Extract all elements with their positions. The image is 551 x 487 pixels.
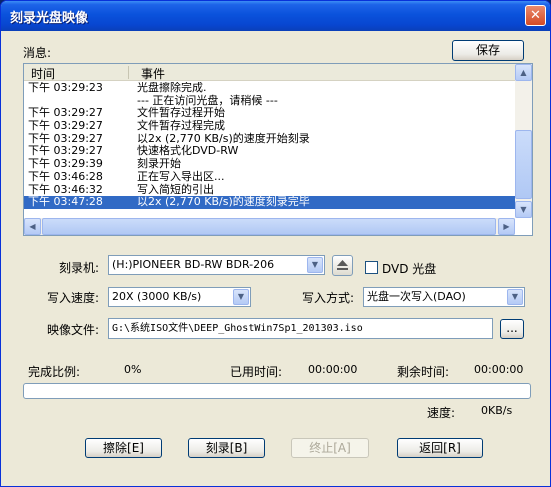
log-row-time: 下午 03:29:27	[28, 119, 103, 133]
log-row-event: 刻录开始	[137, 157, 181, 171]
log-row-time: 下午 03:47:28	[28, 195, 103, 209]
back-button[interactable]: 返回[R]	[397, 438, 483, 458]
stop-button[interactable]: 终止[A]	[291, 438, 369, 458]
eject-icon	[337, 260, 348, 270]
remaining-value: 00:00:00	[474, 363, 524, 376]
vertical-scrollbar[interactable]: ▲ ▼	[515, 64, 532, 218]
completion-value: 0%	[124, 363, 142, 376]
log-row-event: 正在写入导出区...	[137, 169, 225, 183]
elapsed-label: 已用时间:	[230, 365, 283, 379]
horizontal-scrollbar[interactable]: ◀ ▶	[24, 218, 515, 235]
erase-button[interactable]: 擦除[E]	[85, 438, 162, 458]
log-row-event: 以2x (2,770 KB/s)的速度刻录完毕	[137, 195, 310, 209]
column-header-time[interactable]: 时间	[31, 65, 55, 82]
burner-value: (H:)PIONEER BD-RW BDR-206	[112, 258, 275, 271]
remaining-label: 剩余时间:	[397, 365, 450, 379]
eject-button[interactable]	[332, 255, 353, 276]
horizontal-scroll-thumb[interactable]	[42, 218, 496, 235]
write-mode-value: 光盘一次写入(DAO)	[367, 290, 466, 303]
column-divider[interactable]	[128, 66, 129, 79]
dvd-disc-label: DVD 光盘	[382, 262, 437, 276]
write-speed-label: 写入速度:	[47, 291, 100, 305]
speed-label: 速度:	[427, 406, 456, 420]
write-speed-select[interactable]: 20X (3000 KB/s) ▼	[108, 287, 251, 307]
write-mode-label: 写入方式:	[302, 291, 355, 305]
scroll-right-icon[interactable]: ▶	[498, 218, 515, 235]
log-row[interactable]: 下午 03:29:39 刻录开始	[24, 157, 515, 171]
elapsed-value: 00:00:00	[308, 363, 358, 376]
save-log-button[interactable]: 保存	[452, 40, 524, 61]
image-file-path-input[interactable]: G:\系统ISO文件\DEEP_GhostWin7Sp1_201303.iso	[108, 318, 493, 339]
completion-label: 完成比例:	[28, 365, 81, 379]
chevron-down-icon[interactable]: ▼	[233, 289, 249, 305]
log-row[interactable]: 下午 03:29:23 光盘擦除完成.	[24, 82, 515, 95]
burner-select[interactable]: (H:)PIONEER BD-RW BDR-206 ▼	[108, 255, 325, 275]
browse-button[interactable]: ...	[500, 319, 524, 339]
burner-label: 刻录机:	[59, 261, 100, 275]
title-bar[interactable]: 刻录光盘映像 ✕	[1, 1, 550, 31]
chevron-down-icon[interactable]: ▼	[507, 289, 523, 305]
log-header: 时间 事件	[24, 64, 515, 81]
image-file-label: 映像文件:	[47, 323, 100, 337]
chevron-down-icon[interactable]: ▼	[307, 257, 323, 273]
write-mode-select[interactable]: 光盘一次写入(DAO) ▼	[363, 287, 525, 307]
log-row-event: 光盘擦除完成.	[137, 82, 207, 94]
log-row[interactable]: 下午 03:46:28 正在写入导出区...	[24, 169, 515, 184]
log-row-time: 下午 03:46:28	[28, 169, 103, 183]
log-rows: 下午 03:29:23 光盘擦除完成. --- 正在访问光盘，请稍候 --- 下午 0…	[24, 82, 515, 218]
burn-button[interactable]: 刻录[B]	[188, 438, 265, 458]
column-header-event[interactable]: 事件	[141, 65, 165, 82]
burn-disc-image-dialog: 刻录光盘映像 ✕ 消息: 保存 时间 事件 下午 03:29:23 光盘擦除完成.…	[0, 0, 551, 487]
vertical-scroll-thumb[interactable]	[515, 130, 532, 199]
log-row-event: 文件暂存过程完成	[137, 119, 225, 133]
log-row[interactable]: 下午 03:29:27 文件暂存过程完成	[24, 119, 515, 133]
log-row-time: 下午 03:29:39	[28, 157, 103, 171]
scroll-left-icon[interactable]: ◀	[24, 218, 41, 235]
log-label: 消息:	[23, 46, 52, 60]
burn-progress-bar	[23, 383, 531, 399]
log-list[interactable]: 时间 事件 下午 03:29:23 光盘擦除完成. --- 正在访问光盘，请稍候 -…	[23, 63, 533, 236]
scroll-up-icon[interactable]: ▲	[515, 64, 532, 81]
speed-value: 0KB/s	[481, 404, 513, 417]
close-button[interactable]: ✕	[525, 5, 546, 26]
window-title: 刻录光盘映像	[10, 11, 89, 26]
scroll-down-icon[interactable]: ▼	[515, 201, 532, 218]
log-row[interactable]: 下午 03:47:28 以2x (2,770 KB/s)的速度刻录完毕	[24, 195, 515, 209]
write-speed-value: 20X (3000 KB/s)	[112, 290, 202, 303]
dvd-disc-checkbox[interactable]	[365, 261, 378, 274]
log-row-time: 下午 03:29:23	[28, 82, 103, 94]
